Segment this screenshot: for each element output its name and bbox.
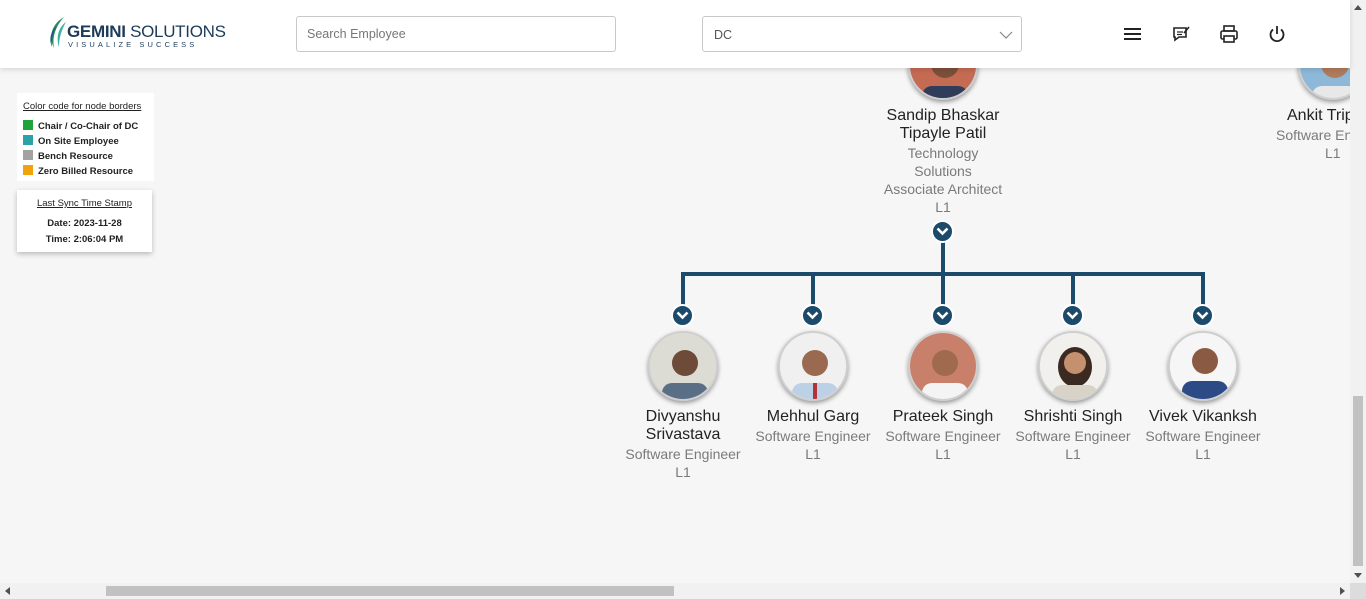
department-select-value: DC <box>714 28 733 42</box>
employee-name: Divyanshu <box>645 408 721 425</box>
power-icon[interactable] <box>1267 24 1287 44</box>
top-header: GEMINI SOLUTIONS VISUALIZE SUCCESS DC <box>0 0 1350 68</box>
scroll-down-icon[interactable] <box>1350 567 1366 583</box>
vertical-scroll-thumb[interactable] <box>1353 396 1363 566</box>
color-swatch <box>23 120 33 130</box>
sync-title: Last Sync Time Stamp <box>36 198 133 209</box>
employee-department-line2: Solutions <box>914 163 972 179</box>
employee-name: Prateek Singh <box>892 408 994 425</box>
expand-toggle-button[interactable] <box>1191 304 1214 327</box>
color-swatch <box>23 165 33 175</box>
employee-role: Software Engineer <box>755 428 871 444</box>
expand-toggle-button[interactable] <box>1061 304 1084 327</box>
employee-name: Shrishti Singh <box>1023 408 1123 425</box>
search-employee-input[interactable] <box>296 16 616 52</box>
expand-toggle-button[interactable] <box>931 304 954 327</box>
department-select[interactable]: DC <box>702 16 1022 52</box>
chevron-down-icon <box>806 311 819 320</box>
last-sync-card: Last Sync Time Stamp Date: 2023-11-28 Ti… <box>17 190 152 252</box>
logo-text: GEMINI SOLUTIONS <box>67 22 226 41</box>
avatar <box>648 331 718 401</box>
scroll-left-icon[interactable] <box>0 583 16 599</box>
scrollbar-corner <box>1350 583 1366 599</box>
employee-level: L1 <box>1195 446 1211 462</box>
employee-level: L1 <box>935 199 951 215</box>
collapse-toggle-button[interactable] <box>931 220 954 243</box>
avatar <box>908 331 978 401</box>
chevron-down-icon <box>999 31 1013 39</box>
employee-level: L1 <box>1065 446 1081 462</box>
color-swatch <box>23 135 33 145</box>
employee-role: Software Engineer <box>885 428 1001 444</box>
sync-time: Time: 2:06:04 PM <box>45 234 124 245</box>
avatar <box>1038 331 1108 401</box>
employee-role: Software Engineer <box>1145 428 1261 444</box>
avatar <box>1168 331 1238 401</box>
tree-connectors <box>681 240 1205 308</box>
employee-level: L1 <box>675 464 691 480</box>
legend-title: Color code for node borders <box>23 101 142 112</box>
logo-tagline: VISUALIZE SUCCESS <box>68 40 198 49</box>
employee-level: L1 <box>935 446 951 462</box>
vertical-scrollbar[interactable] <box>1350 0 1366 583</box>
employee-department: Technology <box>907 145 979 161</box>
employee-name: Mehhul Garg <box>766 408 860 425</box>
avatar <box>778 331 848 401</box>
chevron-down-icon <box>1066 311 1079 320</box>
chevron-down-icon <box>936 227 949 236</box>
employee-name-line2: Srivastava <box>645 426 721 443</box>
expand-toggle-button[interactable] <box>671 304 694 327</box>
employee-name: Sandip Bhaskar <box>886 107 1000 124</box>
sync-date: Date: 2023-11-28 <box>47 218 122 229</box>
employee-level: L1 <box>805 446 821 462</box>
color-code-legend: Color code for node borders Chair / Co-C… <box>17 93 154 181</box>
employee-role: Software Engineer <box>625 446 741 462</box>
employee-role: Associate Architect <box>883 181 1003 197</box>
employee-name-line2: Tipayle Patil <box>899 125 987 142</box>
feedback-icon[interactable] <box>1171 24 1191 44</box>
chevron-down-icon <box>676 311 689 320</box>
employee-role: Software Engineer <box>1015 428 1131 444</box>
employee-name: Vivek Vikanksh <box>1149 408 1257 425</box>
scroll-right-icon[interactable] <box>1334 583 1350 599</box>
menu-icon[interactable] <box>1123 24 1143 44</box>
print-icon[interactable] <box>1219 24 1239 44</box>
chevron-down-icon <box>1196 311 1209 320</box>
color-swatch <box>23 150 33 160</box>
horizontal-scroll-thumb[interactable] <box>106 586 674 596</box>
horizontal-scrollbar[interactable] <box>0 583 1350 599</box>
expand-toggle-button[interactable] <box>801 304 824 327</box>
scroll-up-icon[interactable] <box>1350 0 1366 16</box>
chevron-down-icon <box>936 311 949 320</box>
company-logo[interactable]: GEMINI SOLUTIONS VISUALIZE SUCCESS <box>46 16 226 52</box>
